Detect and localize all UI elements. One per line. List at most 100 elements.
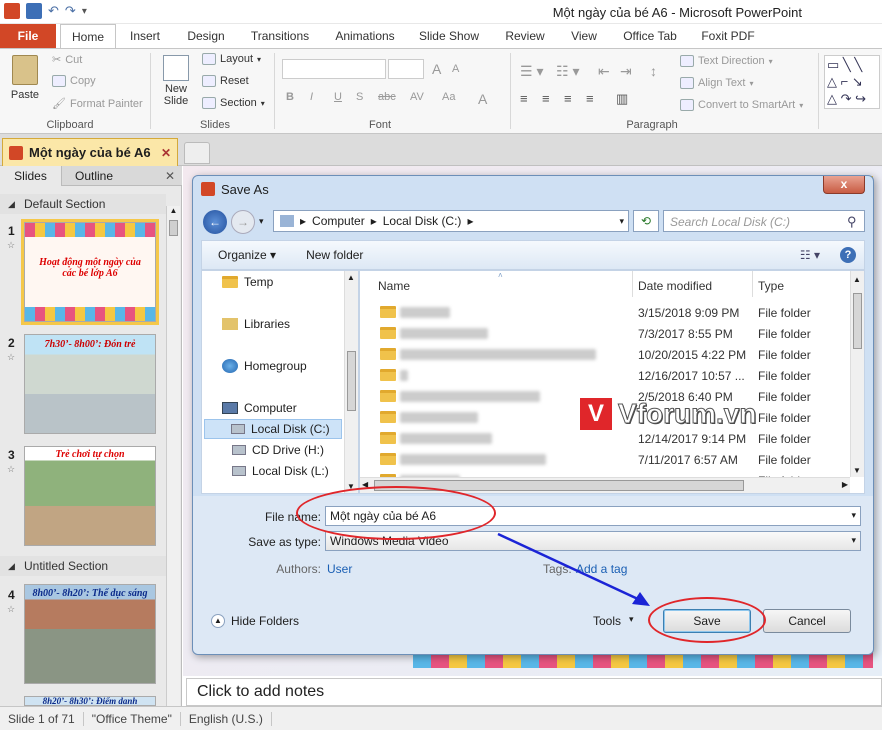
slide-thumbnail[interactable]: 8h00’- 8h20’: Thể dục sáng (24, 584, 156, 684)
notes-pane[interactable]: Click to add notes (186, 678, 882, 706)
change-case-button[interactable]: Aa (442, 91, 455, 103)
tools-button[interactable]: Tools ▾ (593, 614, 634, 628)
tab-review[interactable]: Review (500, 24, 550, 48)
file-row[interactable]: 3/15/2018 9:09 PM File folder (360, 303, 850, 324)
nav-item-computer[interactable]: Computer (222, 401, 297, 415)
close-button[interactable]: x (823, 176, 865, 194)
shrink-font-button[interactable]: A (452, 63, 459, 75)
slide-thumbnail[interactable]: Trẻ chơi tự chọn (24, 446, 156, 546)
tab-slides[interactable]: Slides (0, 166, 62, 186)
new-slide-button[interactable]: New Slide (158, 55, 194, 107)
grow-font-button[interactable]: A (432, 61, 441, 77)
tab-design[interactable]: Design (182, 24, 230, 48)
slide-thumbnail[interactable]: Hoạt động một ngày của các bé lớp A6 (21, 219, 159, 325)
language-indicator[interactable]: English (U.S.) (181, 711, 272, 726)
tab-transitions[interactable]: Transitions (244, 24, 316, 48)
forward-icon[interactable]: → (231, 210, 255, 234)
nav-scrollbar[interactable]: ▲ ▼ (344, 271, 358, 493)
refresh-icon[interactable]: ⟲ (633, 210, 659, 232)
breadcrumb-computer[interactable]: Computer (312, 214, 365, 228)
shapes-gallery[interactable]: ▭ ╲ ╲ △ ⌐ ↘ △ ↷ ↪ (824, 55, 880, 109)
nav-item-local-disk-c[interactable]: Local Disk (C:) (204, 419, 342, 439)
nav-item-cd-drive[interactable]: CD Drive (H:) (232, 443, 324, 457)
scroll-right-icon[interactable]: ▶ (842, 480, 848, 489)
scroll-thumb[interactable] (169, 220, 178, 236)
slide-thumbnail[interactable]: 8h20’- 8h30’: Điểm danh (24, 696, 156, 706)
font-size-select[interactable] (388, 59, 424, 79)
column-header-type[interactable]: Type (758, 279, 784, 293)
help-icon[interactable]: ? (840, 247, 856, 263)
document-tab[interactable]: Một ngày của bé A6 ✕ (2, 138, 178, 166)
cut-button[interactable]: ✂ Cut (52, 53, 82, 67)
align-text-button[interactable]: Align Text ▾ (680, 77, 754, 89)
justify-icon[interactable]: ≡ (586, 91, 594, 106)
close-icon[interactable]: ✕ (161, 146, 171, 160)
nav-item-homegroup[interactable]: Homegroup (222, 359, 307, 373)
scroll-up-icon[interactable]: ▲ (168, 206, 179, 218)
back-icon[interactable]: ← (203, 210, 227, 234)
paste-button[interactable]: Paste (8, 55, 42, 101)
scroll-thumb[interactable] (853, 293, 862, 349)
align-center-icon[interactable]: ≡ (542, 91, 550, 106)
address-dropdown-icon[interactable]: ▾ (619, 216, 624, 227)
section-button[interactable]: Section ▾ (202, 97, 265, 109)
cancel-button[interactable]: Cancel (763, 609, 851, 633)
italic-button[interactable]: I (310, 91, 313, 103)
breadcrumb-local-disk[interactable]: Local Disk (C:) (383, 214, 462, 228)
tab-home[interactable]: Home (60, 24, 116, 49)
scroll-up-icon[interactable]: ▲ (347, 273, 355, 282)
new-folder-button[interactable]: New folder (306, 248, 363, 262)
tab-insert[interactable]: Insert (124, 24, 166, 48)
nav-item-libraries[interactable]: Libraries (222, 317, 290, 331)
file-name-dropdown-icon[interactable]: ▾ (851, 510, 856, 521)
address-bar[interactable]: ▸ Computer ▸ Local Disk (C:) ▸ ▾ (273, 210, 629, 232)
section-header[interactable]: ◢ Untitled Section (0, 556, 166, 576)
underline-button[interactable]: U (334, 91, 342, 103)
copy-button[interactable]: Copy (52, 75, 96, 87)
file-row[interactable]: 7/11/2017 6:57 AM File folder (360, 450, 850, 471)
tab-outline[interactable]: Outline (62, 166, 126, 186)
column-header-name[interactable]: Name (378, 279, 410, 293)
tab-view[interactable]: View (566, 24, 602, 48)
scroll-down-icon[interactable]: ▼ (853, 466, 861, 475)
organize-button[interactable]: Organize ▾ (218, 248, 276, 262)
history-dropdown-icon[interactable]: ▾ (259, 216, 264, 227)
tab-file[interactable]: File (0, 24, 56, 48)
columns-icon[interactable]: ▥ (616, 91, 628, 107)
format-painter-button[interactable]: 🖌 Format Painter (52, 97, 143, 111)
tab-slide-show[interactable]: Slide Show (416, 24, 482, 48)
file-list-vscrollbar[interactable]: ▲ ▼ (850, 271, 864, 477)
nav-item-local-disk-l[interactable]: Local Disk (L:) (232, 464, 329, 478)
tab-office-tab[interactable]: Office Tab (618, 24, 682, 48)
hide-folders-button[interactable]: ▲ Hide Folders (211, 614, 299, 628)
char-spacing-button[interactable]: AV (410, 91, 424, 103)
authors-value[interactable]: User (327, 562, 352, 576)
align-left-icon[interactable]: ≡ (520, 91, 528, 106)
increase-indent-icon[interactable]: ⇥ (620, 63, 632, 80)
tab-animations[interactable]: Animations (332, 24, 398, 48)
column-header-date[interactable]: Date modified (638, 279, 712, 293)
reset-button[interactable]: Reset (202, 75, 249, 87)
nav-item-temp[interactable]: Temp (222, 275, 273, 289)
close-panel-icon[interactable]: ✕ (160, 166, 180, 186)
view-options-icon[interactable]: ☷ ▾ (800, 248, 820, 262)
numbering-icon[interactable]: ☷ ▾ (556, 63, 579, 80)
slide-thumbnail[interactable]: 7h30’- 8h00’: Đón trẻ (24, 334, 156, 434)
shadow-button[interactable]: S (356, 91, 363, 103)
convert-smartart-button[interactable]: Convert to SmartArt ▾ (680, 99, 803, 111)
scroll-thumb[interactable] (347, 351, 356, 411)
line-spacing-icon[interactable]: ↕ (650, 63, 657, 79)
scroll-up-icon[interactable]: ▲ (853, 275, 861, 284)
tab-foxit-pdf[interactable]: Foxit PDF (698, 24, 758, 48)
panel-scrollbar[interactable]: ▲ (166, 206, 180, 706)
bold-button[interactable]: B (286, 91, 294, 103)
file-row[interactable]: 7/3/2017 8:55 PM File folder (360, 324, 850, 345)
bullets-icon[interactable]: ☰ ▾ (520, 63, 543, 80)
strikethrough-button[interactable]: abc (378, 91, 396, 103)
layout-button[interactable]: Layout ▾ (202, 53, 261, 65)
file-row[interactable]: 12/14/2017 9:14 PM File folder (360, 429, 850, 450)
text-direction-button[interactable]: Text Direction ▾ (680, 55, 773, 67)
decrease-indent-icon[interactable]: ⇤ (598, 63, 610, 80)
new-tab-button[interactable] (184, 142, 210, 164)
font-family-select[interactable] (282, 59, 386, 79)
